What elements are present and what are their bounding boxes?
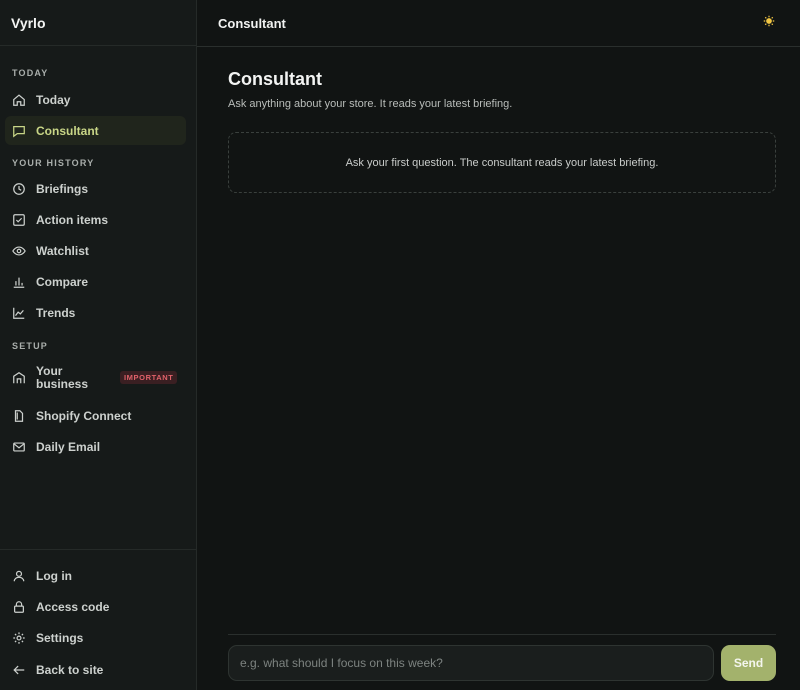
top-bar: Consultant [197,0,800,47]
chat-icon [13,125,25,137]
sidebar-item-label: Back to site [36,662,104,677]
home-icon [13,93,25,106]
sidebar-item-settings[interactable]: Settings [5,623,186,652]
user-icon [13,570,25,581]
sidebar-item-back-to-site[interactable]: Back to site [5,655,186,684]
sidebar-item-your-business[interactable]: Your business IMPORTANT [5,363,186,392]
sidebar-item-label: Log in [36,568,72,583]
sun-icon [763,15,775,27]
checkbox-icon [13,213,25,226]
arrow-left-icon [13,665,25,674]
document-icon [14,409,24,422]
sidebar-item-label: Action items [36,212,109,227]
sidebar-item-watchlist[interactable]: Watchlist [5,236,186,265]
section-label-setup: SETUP [12,341,49,351]
sidebar-item-label: Access code [36,599,110,614]
page-subtitle: Ask anything about your store. It reads … [228,98,513,110]
mail-icon [13,441,25,452]
sidebar-item-label: Briefings [36,181,89,196]
sidebar-item-daily-email[interactable]: Daily Email [5,432,186,461]
composer-divider [228,634,776,635]
sidebar-item-label: Daily Email [36,439,101,454]
sidebar-item-label: Shopify Connect [36,408,132,423]
section-label-today: TODAY [12,68,49,78]
sidebar-item-label: Your business [36,363,89,391]
sidebar-item-label: Consultant [36,123,99,138]
sidebar-item-consultant[interactable]: Consultant [5,116,186,145]
send-button[interactable]: Send [721,645,776,681]
gear-icon [13,631,25,644]
empty-state: Ask your first question. The consultant … [228,132,776,193]
main-content: Consultant Ask anything about your store… [228,47,776,193]
sidebar-item-compare[interactable]: Compare [5,267,186,296]
building-icon [13,371,25,383]
sidebar-item-label: Today [36,92,71,107]
brand-logo[interactable]: Vyrlo [0,0,196,46]
empty-state-text: Ask your first question. The consultant … [345,156,659,169]
page-title: Consultant [228,69,322,89]
section-label-history: YOUR HISTORY [12,158,95,168]
sidebar-divider [0,549,196,550]
sidebar-item-label: Trends [36,305,76,320]
bar-chart-icon [13,277,25,288]
sidebar-item-shopify-connect[interactable]: Shopify Connect [5,401,186,430]
sidebar: Vyrlo TODAY Today Consultant YOUR HISTOR… [0,0,197,690]
sidebar-item-log-in[interactable]: Log in [5,561,186,590]
sidebar-item-action-items[interactable]: Action items [5,205,186,234]
clock-icon [13,182,25,195]
lock-icon [14,600,24,613]
eye-icon [12,245,26,256]
sidebar-item-briefings[interactable]: Briefings [5,174,186,203]
sidebar-item-access-code[interactable]: Access code [5,592,186,621]
header-title: Consultant [218,15,286,31]
sidebar-item-label: Compare [36,274,89,289]
chat-input[interactable] [228,645,714,681]
theme-toggle-button[interactable] [762,14,776,28]
sidebar-item-label: Settings [36,630,84,645]
sidebar-item-label: Watchlist [36,243,89,258]
sidebar-item-trends[interactable]: Trends [5,298,186,327]
line-chart-icon [13,307,25,319]
important-badge: IMPORTANT [120,371,178,384]
sidebar-item-today[interactable]: Today [5,85,186,114]
